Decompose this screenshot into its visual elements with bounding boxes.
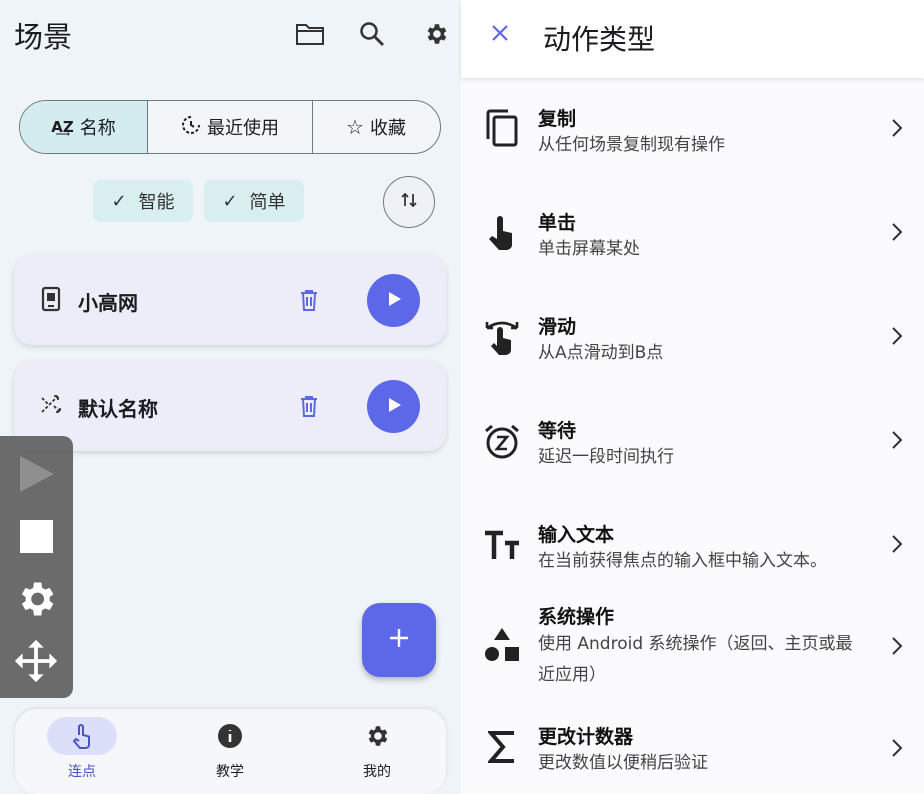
page-title: 场景 — [14, 20, 73, 54]
action-item-copy[interactable]: 复制 从任何场景复制现有操作 — [461, 80, 924, 184]
chevron-right-icon — [891, 326, 903, 350]
check-icon: ✓ — [222, 190, 238, 212]
action-type-header: 动作类型 — [461, 0, 924, 78]
add-scenario-button[interactable] — [362, 603, 436, 677]
nav-item-mine[interactable]: 我的 — [332, 717, 422, 781]
floating-control-panel — [0, 436, 73, 698]
alarm-icon — [483, 420, 521, 462]
overlay-play-icon[interactable] — [18, 454, 56, 498]
sort-segmented-control: A͢Z 名称 最近使用 ☆ 收藏 — [19, 100, 441, 154]
sigma-icon — [483, 726, 521, 768]
action-item-wait[interactable]: 等待 延迟一段时间执行 — [461, 392, 924, 496]
overlay-gear-icon[interactable] — [14, 577, 58, 625]
action-item-counter[interactable]: 更改计数器 更改数值以便稍后验证 — [461, 700, 924, 794]
filter-chip-smart[interactable]: ✓ 智能 — [93, 180, 193, 222]
overlay-stop-icon[interactable] — [20, 520, 53, 557]
segment-recent[interactable]: 最近使用 — [148, 101, 313, 153]
nav-item-clicker[interactable]: 连点 — [37, 717, 127, 781]
star-icon: ☆ — [346, 115, 364, 139]
folder-icon[interactable] — [294, 18, 326, 50]
close-icon[interactable] — [489, 22, 511, 48]
action-item-click[interactable]: 单击 单击屏幕某处 — [461, 184, 924, 288]
filter-chip-simple[interactable]: ✓ 简单 — [204, 180, 304, 222]
chevron-right-icon — [891, 430, 903, 454]
shuffle-icon — [40, 393, 62, 417]
action-item-swipe[interactable]: 滑动 从A点滑动到B点 — [461, 288, 924, 392]
play-icon — [385, 396, 403, 418]
tap-icon — [483, 212, 521, 254]
history-icon — [181, 115, 201, 140]
scenario-card[interactable]: 默认名称 — [14, 361, 446, 451]
play-button[interactable] — [367, 380, 420, 433]
info-icon — [195, 717, 265, 755]
search-icon[interactable] — [356, 18, 388, 50]
nav-item-tutorial[interactable]: 教学 — [185, 717, 275, 781]
chevron-right-icon — [891, 118, 903, 142]
segment-name[interactable]: A͢Z 名称 — [20, 101, 148, 153]
play-icon — [385, 290, 403, 312]
play-button[interactable] — [367, 274, 420, 327]
check-icon: ✓ — [111, 190, 127, 212]
sort-az-icon: A͢Z — [51, 118, 74, 136]
sort-direction-button[interactable] — [383, 176, 435, 228]
tap-icon — [47, 717, 117, 755]
segment-favorite[interactable]: ☆ 收藏 — [313, 101, 439, 153]
chevron-right-icon — [891, 738, 903, 762]
scenario-name: 小高网 — [78, 291, 138, 315]
bottom-navigation: 连点 教学 我的 — [15, 709, 446, 794]
action-item-input-text[interactable]: 输入文本 在当前获得焦点的输入框中输入文本。 — [461, 496, 924, 600]
delete-icon[interactable] — [298, 288, 320, 316]
overlay-move-icon[interactable] — [13, 638, 59, 688]
phone-icon — [40, 286, 62, 312]
chevron-right-icon — [891, 636, 903, 660]
scenario-card[interactable]: 小高网 — [14, 255, 446, 345]
text-icon — [483, 524, 521, 566]
plus-icon — [388, 627, 410, 653]
copy-icon — [483, 108, 521, 150]
scenario-name: 默认名称 — [78, 397, 158, 421]
delete-icon[interactable] — [298, 394, 320, 422]
chevron-right-icon — [891, 534, 903, 558]
action-type-panel: 动作类型 复制 从任何场景复制现有操作 单击 单击屏幕某处 滑动 从A点滑动到B… — [461, 0, 924, 794]
gear-icon[interactable] — [420, 18, 452, 50]
gear-icon — [342, 717, 412, 755]
scenario-panel: 场景 A͢Z 名称 最近使用 ☆ 收藏 ✓ 智能 ✓ 简单 小高网 默认名称 连… — [0, 0, 461, 794]
page-title: 动作类型 — [543, 23, 656, 56]
shapes-icon — [483, 624, 521, 666]
action-item-system[interactable]: 系统操作 使用 Android 系统操作（返回、主页或最近应用） — [461, 600, 924, 692]
swipe-icon — [483, 316, 521, 358]
chevron-right-icon — [891, 222, 903, 246]
swap-vertical-icon — [399, 190, 419, 214]
